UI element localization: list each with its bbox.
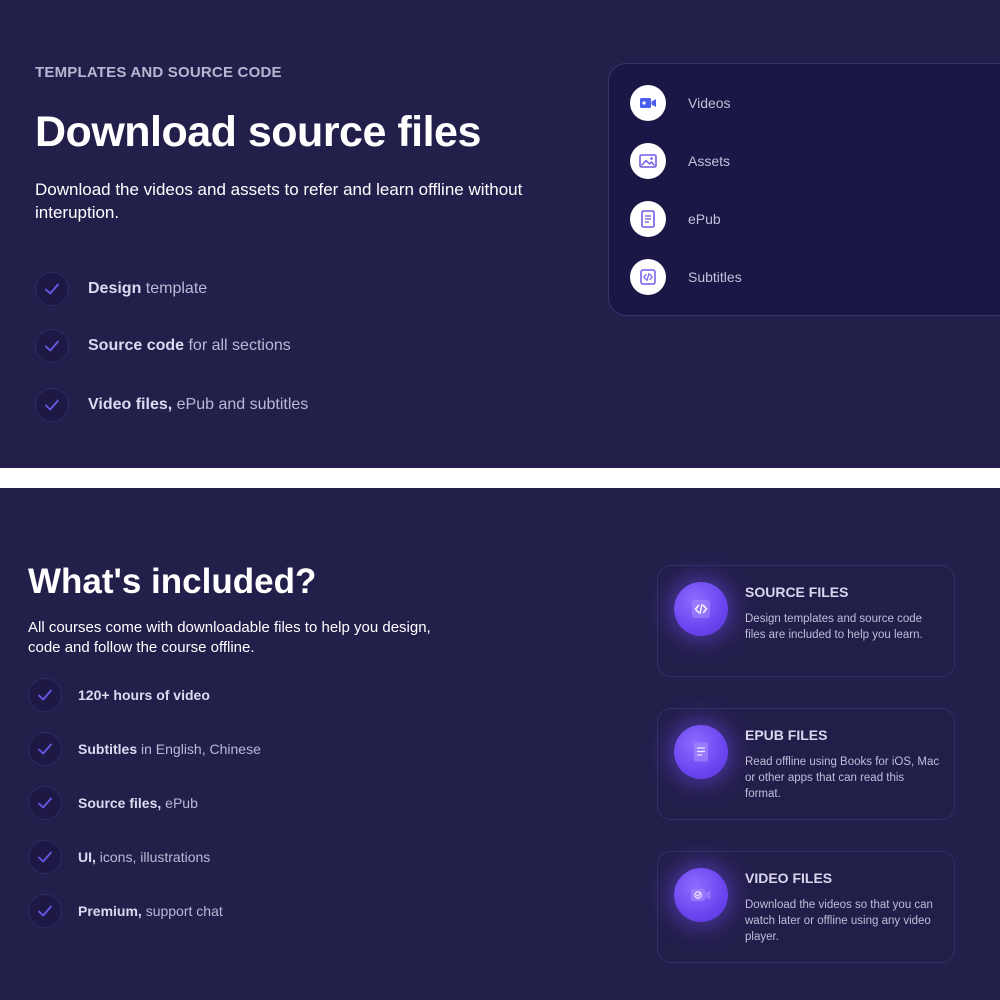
document-icon (630, 201, 666, 237)
video-icon (674, 868, 728, 922)
feature-label: Design template (88, 280, 208, 297)
resources-card: Videos Assets ePub Subtitles (608, 63, 1000, 316)
included-section: What's included? All courses come with d… (0, 488, 1000, 1000)
resource-label: ePub (688, 211, 721, 227)
resource-label: Assets (688, 153, 731, 169)
included-label: Premium, support chat (78, 903, 223, 919)
image-icon (630, 143, 666, 179)
feature-item: Design template (35, 272, 207, 306)
resource-subtitles[interactable]: Subtitles (630, 259, 742, 295)
included-item: UI, icons, illustrations (28, 840, 210, 874)
included-item: Source files, ePub (28, 786, 198, 820)
included-label: Subtitles in English, Chinese (78, 741, 261, 757)
feature-label: Video files, ePub and subtitles (88, 396, 309, 413)
card-title: VIDEO FILES (745, 870, 833, 886)
section-eyebrow: TEMPLATES AND SOURCE CODE (35, 64, 282, 81)
code-icon (630, 259, 666, 295)
check-icon (35, 388, 69, 422)
resource-epub[interactable]: ePub (630, 201, 721, 237)
resource-videos[interactable]: Videos (630, 85, 731, 121)
section-description: Download the videos and assets to refer … (35, 180, 523, 222)
code-icon (674, 582, 728, 636)
feature-item: Video files, ePub and subtitles (35, 388, 308, 422)
card-title: EPUB FILES (745, 727, 828, 743)
included-label: UI, icons, illustrations (78, 849, 211, 865)
included-item: Subtitles in English, Chinese (28, 732, 261, 766)
check-icon (28, 732, 62, 766)
video-files-card[interactable]: VIDEO FILES Download the videos so that … (657, 851, 955, 963)
epub-files-card[interactable]: EPUB FILES Read offline using Books for … (657, 708, 955, 820)
included-label: 120+ hours of video (78, 687, 210, 703)
card-title: SOURCE FILES (745, 584, 849, 600)
included-item: 120+ hours of video (28, 678, 210, 712)
check-icon (28, 894, 62, 928)
check-icon (28, 678, 62, 712)
feature-label: Source code for all sections (88, 337, 291, 354)
card-description: Design templates and source code files a… (745, 613, 923, 641)
included-item: Premium, support chat (28, 894, 223, 928)
included-label: Source files, ePub (78, 795, 198, 811)
card-description: Read offline using Books for iOS, Mac or… (745, 756, 940, 800)
check-icon (28, 786, 62, 820)
resource-label: Subtitles (688, 269, 742, 285)
section-description: All courses come with downloadable files… (28, 619, 431, 656)
resource-assets[interactable]: Assets (630, 143, 730, 179)
source-files-card[interactable]: SOURCE FILES Design templates and source… (657, 565, 955, 677)
video-icon (630, 85, 666, 121)
resource-label: Videos (688, 95, 731, 111)
feature-item: Source code for all sections (35, 329, 291, 363)
section-title: What's included? (28, 562, 317, 601)
check-icon (35, 272, 69, 306)
document-icon (674, 725, 728, 779)
check-icon (28, 840, 62, 874)
page-title: Download source files (35, 108, 481, 156)
card-description: Download the videos so that you can watc… (745, 899, 933, 943)
download-section: TEMPLATES AND SOURCE CODE Download sourc… (0, 0, 1000, 468)
check-icon (35, 329, 69, 363)
